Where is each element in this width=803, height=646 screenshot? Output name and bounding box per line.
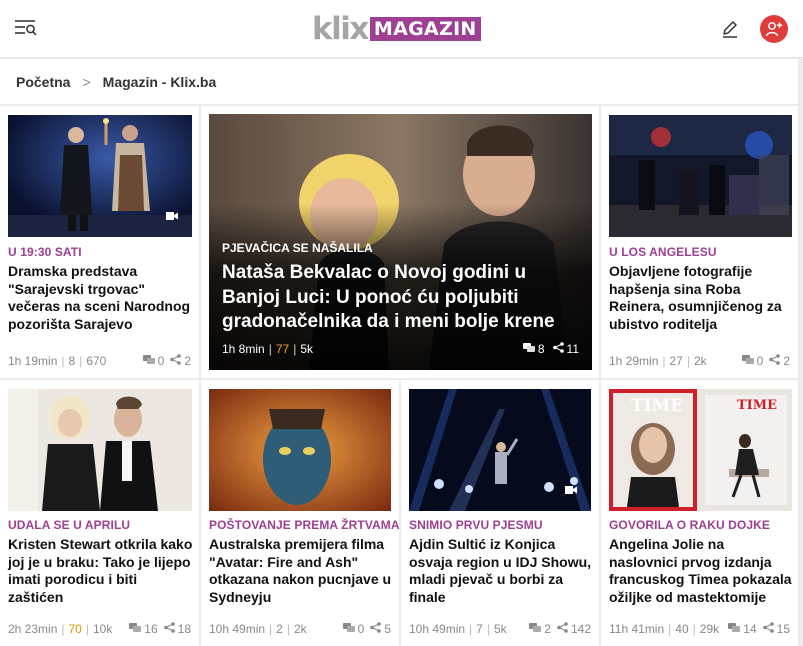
article-image-theatre [8, 115, 192, 237]
article-shares: 15 [776, 622, 790, 636]
article-meta: 10h 49min | 2 | 2k 0 5 [209, 622, 391, 636]
menu-search-icon[interactable] [14, 18, 38, 38]
article-reads: 7 [476, 622, 483, 636]
article-views: 29k [699, 622, 720, 636]
share-icon [762, 622, 774, 636]
article-title[interactable]: Ajdin Sultić iz Konjica osvaja region u … [409, 536, 593, 606]
share-icon [552, 342, 564, 356]
breadcrumb: Početna > Magazin - Klix.ba [0, 59, 798, 104]
article-title[interactable]: Australska premijera filma "Avatar: Fire… [209, 536, 393, 606]
logo-magazin-text: MAGAZIN [369, 17, 481, 41]
article-views: 2k [693, 354, 707, 368]
featured-title[interactable]: Nataša Bekvalac o Novoj godini u Banjoj … [222, 261, 580, 335]
article-meta: 1h 19min | 8 | 670 0 2 [8, 354, 191, 368]
article-comments: 2 [544, 622, 551, 636]
article-image-concert [409, 389, 591, 511]
article-card[interactable]: UDALA SE U APRILU Kristen Stewart otkril… [0, 380, 199, 646]
article-reads: 27 [669, 354, 683, 368]
article-reads: 40 [675, 622, 689, 636]
comments-icon [741, 354, 754, 368]
article-image-avatar [209, 389, 391, 511]
article-meta: 10h 49min | 7 | 5k 2 142 [409, 622, 591, 636]
klix-magazin-logo[interactable]: klix MAGAZIN [312, 11, 481, 47]
article-card[interactable]: TIME TIME GOVORILA O RAKU DOJKE Angelina… [601, 380, 798, 646]
article-comments: 14 [743, 622, 757, 636]
article-image-arrest [609, 115, 792, 237]
article-views: 670 [86, 354, 107, 368]
video-camera-icon [166, 212, 178, 220]
article-reads: 8 [68, 354, 76, 368]
site-header: klix MAGAZIN [0, 0, 803, 58]
share-icon [557, 622, 568, 636]
article-kicker: SNIMIO PRVU PJESMU [409, 518, 543, 532]
comments-icon [522, 342, 535, 356]
article-time: 10h 49min [209, 622, 266, 636]
article-shares: 18 [177, 622, 191, 636]
article-time: 11h 41min [609, 622, 665, 636]
pen-icon[interactable] [720, 19, 740, 39]
featured-views: 5k [300, 342, 313, 356]
article-title[interactable]: Dramska predstava "Sarajevski trgovac" v… [8, 263, 193, 333]
article-views: 10k [92, 622, 113, 636]
article-title[interactable]: Kristen Stewart otkrila kako joj je u br… [8, 536, 193, 606]
article-meta: 2h 23min | 70 | 10k 16 18 [8, 622, 191, 636]
article-comments: 0 [157, 354, 165, 368]
article-kicker: U LOS ANGELESU [609, 245, 717, 259]
article-kicker: POŠTOVANJE PREMA ŽRTVAMA [209, 518, 400, 532]
article-card[interactable]: U 19:30 SATI Dramska predstava "Sarajevs… [0, 106, 199, 378]
comments-icon [342, 622, 355, 636]
article-card[interactable]: U LOS ANGELESU Objavljene fotografije ha… [601, 106, 798, 378]
article-kicker: UDALA SE U APRILU [8, 518, 131, 532]
article-meta: 11h 41min | 40 | 29k 14 15 [609, 622, 790, 636]
article-reads: 70 [68, 622, 82, 636]
comments-icon [142, 354, 155, 368]
share-icon [370, 622, 382, 636]
article-shares: 5 [384, 622, 391, 636]
article-image-kristen-stewart [8, 389, 192, 511]
featured-meta: 1h 8min | 77 | 5k 8 11 [222, 342, 579, 356]
logo-klix-text: klix [312, 11, 369, 47]
featured-kicker: PJEVAČICA SE NAŠALILA [222, 241, 373, 255]
article-title[interactable]: Objavljene fotografije hapšenja sina Rob… [609, 263, 792, 333]
add-user-icon [765, 22, 783, 37]
comments-icon [129, 622, 142, 636]
add-user-button[interactable] [760, 15, 788, 43]
article-reads: 2 [276, 622, 283, 636]
comments-icon [529, 622, 542, 636]
comments-icon [728, 622, 741, 636]
article-meta: 1h 29min | 27 | 2k 0 2 [609, 354, 790, 368]
featured-shares: 11 [566, 342, 579, 356]
article-time: 1h 19min [8, 354, 58, 368]
breadcrumb-separator: > [82, 73, 91, 90]
share-icon [769, 354, 781, 368]
article-shares: 2 [184, 354, 191, 368]
article-title[interactable]: Angelina Jolie na naslovnici prvog izdan… [609, 536, 792, 606]
share-icon [170, 354, 182, 368]
article-shares: 142 [570, 622, 591, 636]
article-time: 1h 29min [609, 354, 659, 368]
share-icon [163, 622, 175, 636]
breadcrumb-home-link[interactable]: Početna [16, 74, 70, 90]
featured-time: 1h 8min [222, 342, 265, 356]
article-views: 2k [293, 622, 307, 636]
breadcrumb-current-link[interactable]: Magazin - Klix.ba [103, 74, 217, 90]
article-comments: 16 [144, 622, 158, 636]
article-kicker: U 19:30 SATI [8, 245, 82, 259]
article-time: 10h 49min [409, 622, 466, 636]
article-card[interactable]: POŠTOVANJE PREMA ŽRTVAMA Australska prem… [201, 380, 400, 646]
article-comments: 0 [756, 354, 764, 368]
featured-comments: 8 [537, 342, 545, 356]
article-card[interactable]: SNIMIO PRVU PJESMU Ajdin Sultić iz Konji… [401, 380, 599, 646]
featured-reads: 77 [275, 342, 290, 356]
time-cover-1: TIME [631, 396, 683, 416]
article-time: 2h 23min [8, 622, 58, 636]
article-kicker: GOVORILA O RAKU DOJKE [609, 518, 771, 532]
featured-article[interactable]: PJEVAČICA SE NAŠALILA Nataša Bekvalac o … [209, 114, 592, 370]
article-views: 5k [493, 622, 507, 636]
article-comments: 0 [357, 622, 365, 636]
time-cover-2: TIME [737, 398, 777, 413]
article-shares: 2 [783, 354, 790, 368]
video-camera-icon [565, 486, 577, 494]
article-image-time-covers: TIME TIME [609, 389, 792, 511]
